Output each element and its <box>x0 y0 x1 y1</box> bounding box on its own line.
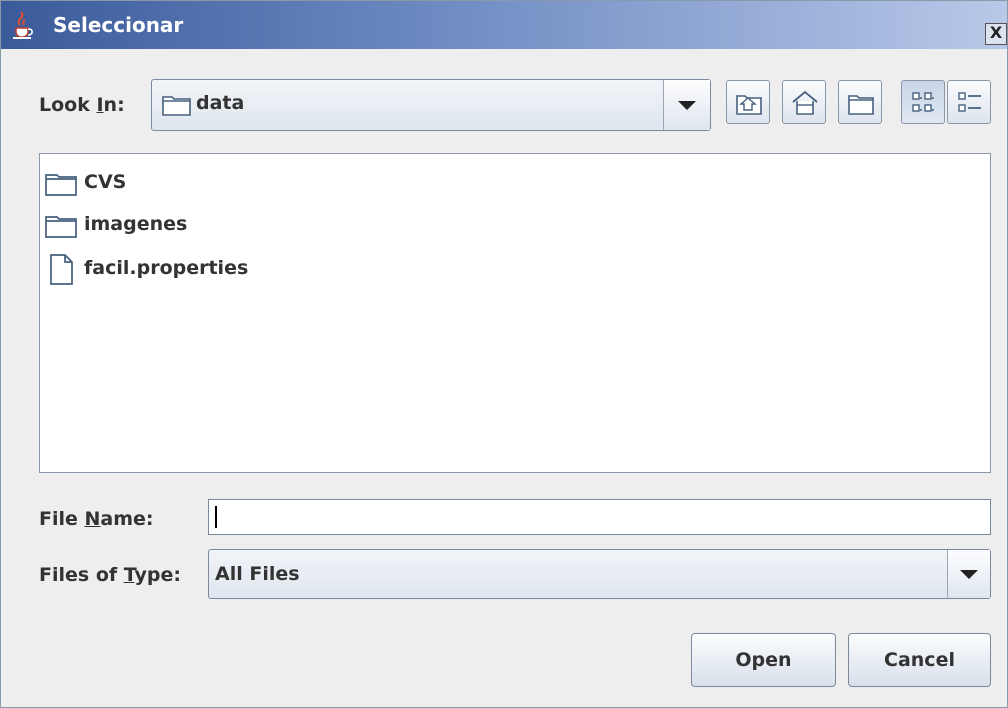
look-in-label-mnemonic: I <box>96 94 104 116</box>
files-of-type-label-suffix: ype: <box>134 564 181 586</box>
file-name: imagenes <box>84 213 188 235</box>
home-icon <box>792 90 818 115</box>
file-name: CVS <box>84 171 127 193</box>
look-in-label: Look In: <box>39 94 125 116</box>
details-view-icon <box>958 92 981 112</box>
file-chooser-dialog: Seleccionar X Look In: data CVS imagenes… <box>0 0 1008 708</box>
folder-up-icon <box>736 95 762 115</box>
up-one-level-button[interactable] <box>726 80 770 124</box>
file-name: facil.properties <box>84 257 249 279</box>
file-list[interactable]: CVS imagenes facil.properties <box>39 153 991 473</box>
look-in-label-prefix: Look <box>39 94 97 116</box>
details-view-button[interactable] <box>947 80 991 124</box>
java-cup-icon <box>13 11 33 39</box>
new-folder-icon <box>848 95 874 115</box>
folder-icon <box>45 174 77 196</box>
look-in-label-suffix: n: <box>103 94 125 116</box>
look-in-combo[interactable]: data <box>151 79 711 131</box>
home-button[interactable] <box>782 80 826 124</box>
folder-icon <box>162 96 191 116</box>
file-icon <box>50 254 73 285</box>
list-view-button[interactable] <box>901 80 945 124</box>
folder-icon <box>45 216 77 238</box>
look-in-dropdown-arrow[interactable] <box>663 80 710 130</box>
new-folder-button[interactable] <box>838 80 882 124</box>
files-of-type-combo[interactable]: All Files <box>208 549 991 599</box>
title-bar[interactable]: Seleccionar X <box>1 1 1007 49</box>
cancel-button[interactable]: Cancel <box>848 633 991 687</box>
file-name-label-suffix: ame: <box>100 508 154 530</box>
files-of-type-label-prefix: Files of <box>39 564 124 586</box>
file-name-label: File Name: <box>39 508 154 530</box>
close-button[interactable]: X <box>985 23 1007 45</box>
file-name-label-prefix: File <box>39 508 85 530</box>
files-of-type-dropdown-arrow[interactable] <box>947 550 990 598</box>
files-of-type-label-mnemonic: T <box>123 564 135 586</box>
file-name-input[interactable] <box>208 499 991 535</box>
file-name-label-mnemonic: N <box>84 508 101 530</box>
window-title: Seleccionar <box>53 13 184 37</box>
text-caret <box>215 506 217 528</box>
list-view-icon <box>912 92 934 112</box>
look-in-value: data <box>196 92 245 114</box>
files-of-type-label: Files of Type: <box>39 564 181 586</box>
open-button[interactable]: Open <box>691 633 836 687</box>
files-of-type-value: All Files <box>215 563 300 585</box>
